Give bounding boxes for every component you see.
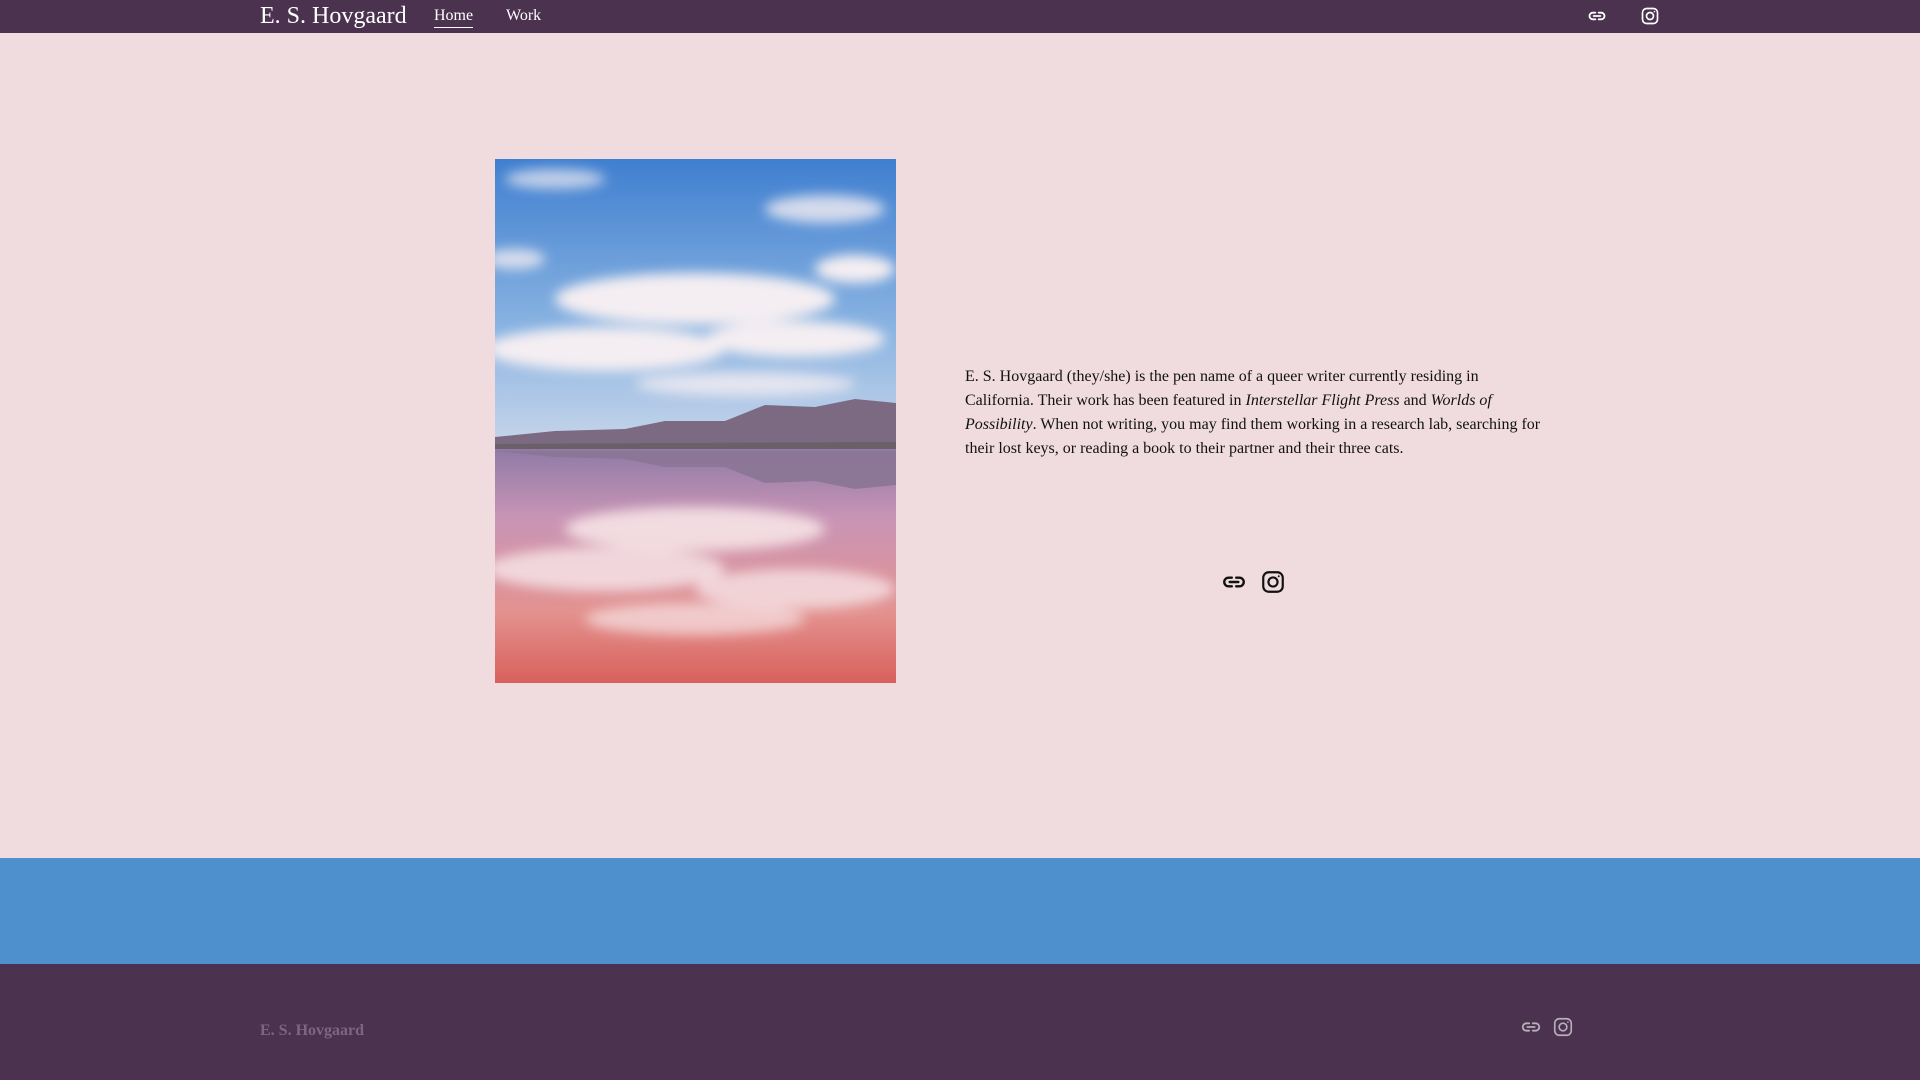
bio-text-3: . When not writing, you may find them wo… bbox=[965, 416, 1541, 457]
publication-interstellar-flight-press: Interstellar Flight Press bbox=[1245, 392, 1400, 409]
bio-paragraph: E. S. Hovgaard (they/she) is the pen nam… bbox=[965, 365, 1545, 461]
footer-brand: E. S. Hovgaard bbox=[260, 1022, 365, 1039]
link-icon[interactable] bbox=[1221, 569, 1247, 595]
landscape-reflection-photo bbox=[495, 159, 896, 683]
instagram-icon[interactable] bbox=[1552, 1016, 1574, 1038]
color-band bbox=[0, 858, 1920, 964]
link-icon[interactable] bbox=[1520, 1016, 1542, 1038]
instagram-icon[interactable] bbox=[1640, 6, 1660, 26]
footer-social-links bbox=[1520, 1016, 1574, 1038]
footer: E. S. Hovgaard bbox=[0, 964, 1920, 1080]
link-icon[interactable] bbox=[1587, 6, 1607, 26]
top-navbar: E. S. Hovgaard Home Work bbox=[0, 0, 1920, 33]
instagram-icon[interactable] bbox=[1260, 569, 1286, 595]
site-title-link[interactable]: E. S. Hovgaard bbox=[260, 2, 407, 30]
nav-work-link[interactable]: Work bbox=[506, 6, 541, 26]
bio-text-2: and bbox=[1399, 392, 1431, 409]
nav-home-link[interactable]: Home bbox=[434, 6, 474, 28]
bio-social-links bbox=[1221, 569, 1286, 595]
